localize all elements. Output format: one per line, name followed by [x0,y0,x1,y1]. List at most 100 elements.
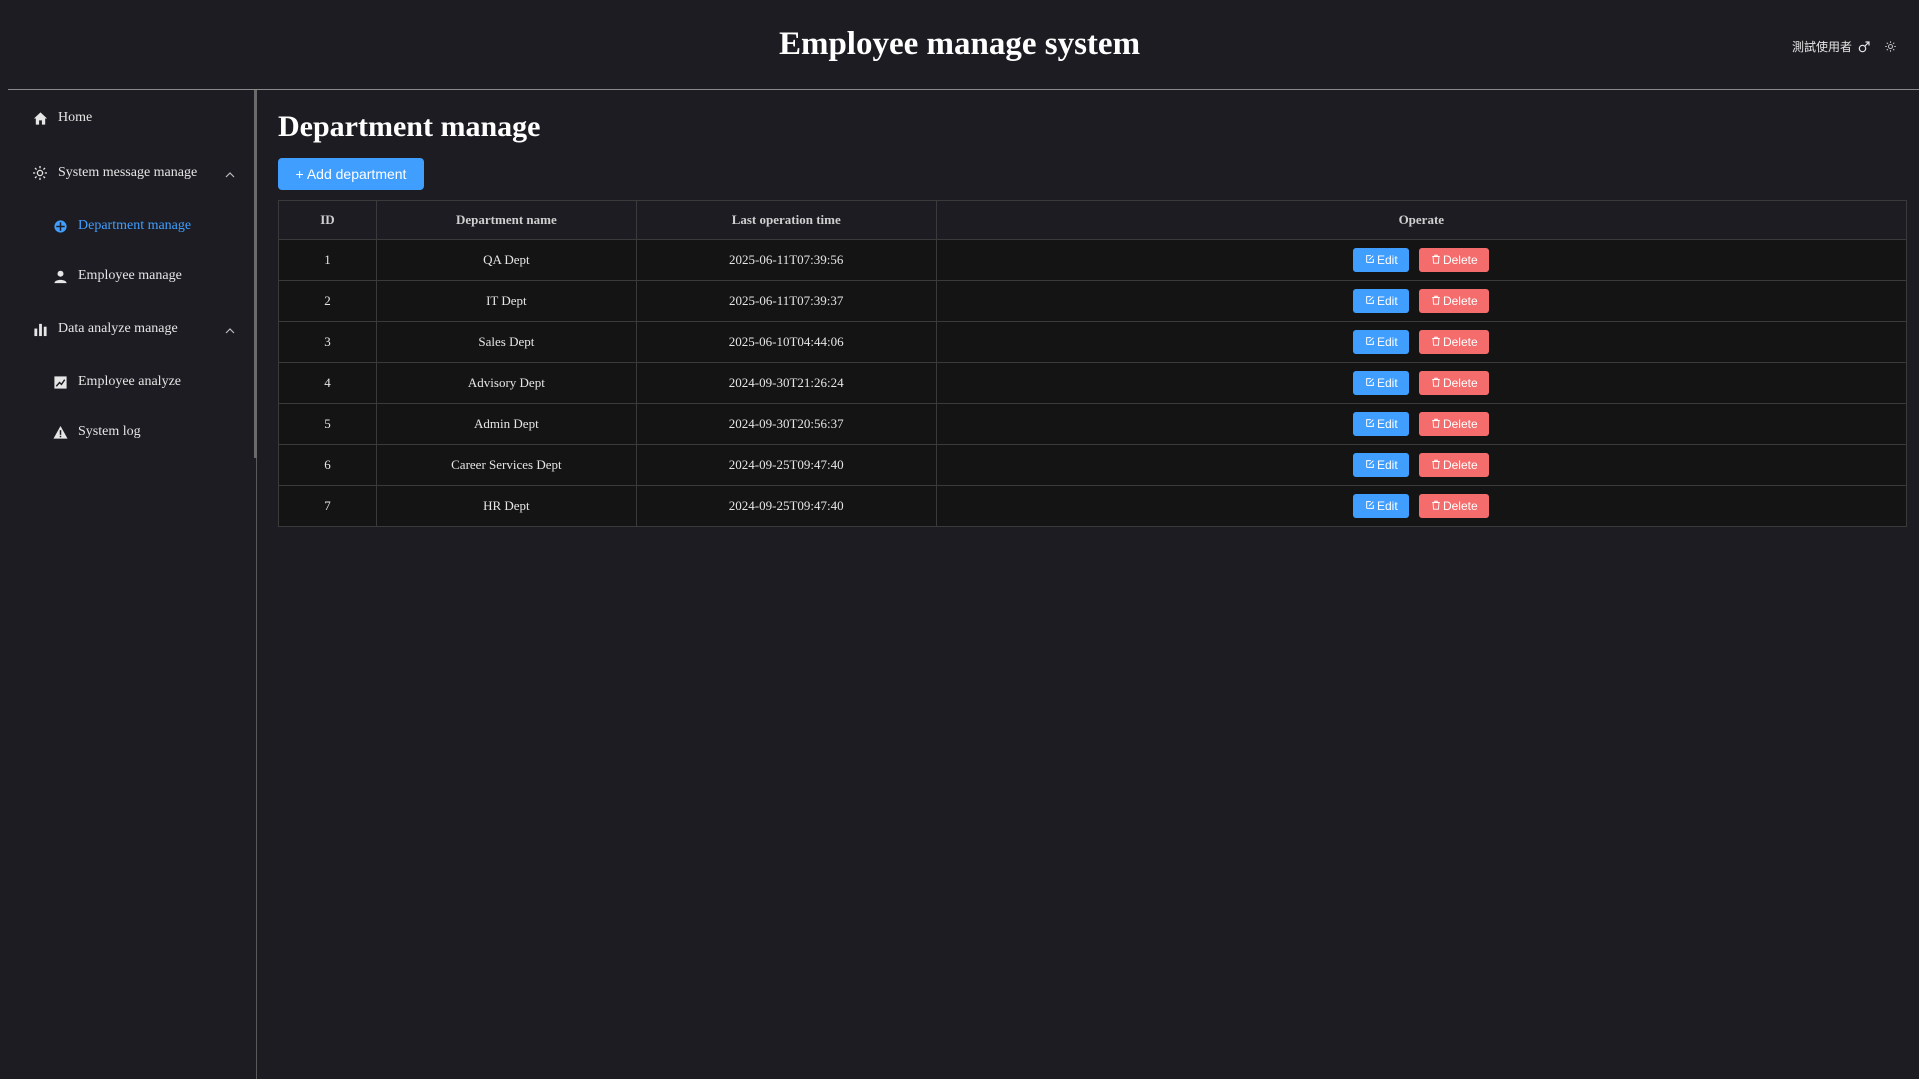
sidebar-scrollbar[interactable] [254,90,257,458]
sidebar-item-system-log[interactable]: System log [8,410,257,454]
cell-id: 3 [278,321,377,363]
sidebar-item-home[interactable]: Home [8,96,257,140]
table-header-row: ID Department name Last operation time O… [278,200,1908,240]
cell-operate: Edit Delete [935,444,1908,486]
cell-operate: Edit Delete [935,239,1908,281]
cell-id: 4 [278,362,377,404]
edit-button[interactable]: Edit [1353,289,1410,313]
column-header-department-name[interactable]: Department name [375,200,637,240]
column-header-last-operation-time[interactable]: Last operation time [635,200,937,240]
app-header: Employee manage system 測試使用者 [0,0,1919,90]
cell-id: 2 [278,280,377,322]
edit-button[interactable]: Edit [1353,248,1410,272]
edit-label: Edit [1376,335,1398,349]
table-row: 5 Admin Dept 2024-09-30T20:56:37 Edit Delete [278,403,1908,445]
trash-icon [1431,458,1441,472]
edit-label: Edit [1376,294,1398,308]
delete-button[interactable]: Delete [1419,371,1490,395]
delete-button[interactable]: Delete [1419,289,1490,313]
edit-label: Edit [1376,499,1398,513]
trash-icon [1431,294,1441,308]
app-title: Employee manage system [778,26,1141,62]
sidebar-item-label: Employee analyze [78,374,182,389]
edit-icon [1365,499,1375,513]
cell-id: 1 [278,239,377,281]
edit-icon [1365,458,1375,472]
edit-button[interactable]: Edit [1353,412,1410,436]
sidebar-item-employee-manage[interactable]: Employee manage [8,254,257,298]
edit-button[interactable]: Edit [1353,371,1410,395]
cell-department-name: Admin Dept [375,403,637,445]
delete-button[interactable]: Delete [1419,412,1490,436]
delete-label: Delete [1442,499,1478,513]
cell-department-name: QA Dept [375,239,637,281]
gear-icon [31,164,49,182]
edit-button[interactable]: Edit [1353,494,1410,518]
cell-operate: Edit Delete [935,321,1908,363]
edit-icon [1365,417,1375,431]
cell-last-operation-time: 2024-09-25T09:47:40 [635,485,937,527]
department-icon [51,217,69,235]
cell-department-name: Advisory Dept [375,362,637,404]
cell-department-name: IT Dept [375,280,637,322]
chevron-up-icon [225,323,235,339]
sidebar-item-label: System message manage [58,165,198,180]
user-area[interactable]: 測試使用者 [1792,38,1897,55]
edit-label: Edit [1376,458,1398,472]
edit-button[interactable]: Edit [1353,330,1410,354]
add-department-button[interactable]: + Add department [278,158,424,190]
cell-last-operation-time: 2024-09-25T09:47:40 [635,444,937,486]
cell-last-operation-time: 2025-06-10T04:44:06 [635,321,937,363]
sidebar-item-employee-analyze[interactable]: Employee analyze [8,360,257,404]
column-header-id[interactable]: ID [278,200,377,240]
table-row: 1 QA Dept 2025-06-11T07:39:56 Edit Delete [278,239,1908,281]
delete-label: Delete [1442,417,1478,431]
delete-label: Delete [1442,294,1478,308]
user-name[interactable]: 測試使用者 [1792,38,1852,55]
sidebar: Home System message manage Department ma… [8,90,257,1079]
cell-id: 6 [278,444,377,486]
sidebar-item-label: Home [58,110,93,125]
sidebar-item-label: Employee manage [78,268,182,283]
chevron-up-icon [225,167,235,183]
settings-gear-icon[interactable] [1884,40,1897,53]
delete-button[interactable]: Delete [1419,453,1490,477]
edit-label: Edit [1376,376,1398,390]
sidebar-item-label: Data analyze manage [58,321,178,336]
sidebar-item-label: Department manage [78,218,192,233]
cell-department-name: HR Dept [375,485,637,527]
edit-icon [1365,376,1375,390]
table-row: 2 IT Dept 2025-06-11T07:39:37 Edit Delete [278,280,1908,322]
table-row: 7 HR Dept 2024-09-25T09:47:40 Edit Delete [278,485,1908,527]
delete-label: Delete [1442,376,1478,390]
delete-button[interactable]: Delete [1419,494,1490,518]
cell-department-name: Sales Dept [375,321,637,363]
trash-icon [1431,335,1441,349]
cell-operate: Edit Delete [935,280,1908,322]
sidebar-item-system-message-manage[interactable]: System message manage [8,151,257,195]
sidebar-item-data-analyze-manage[interactable]: Data analyze manage [8,307,257,351]
page-title: Department manage [278,110,541,143]
sidebar-item-label: System log [78,424,141,439]
edit-label: Edit [1376,253,1398,267]
edit-icon [1365,335,1375,349]
cell-department-name: Career Services Dept [375,444,637,486]
column-header-operate[interactable]: Operate [935,200,1908,240]
edit-label: Edit [1376,417,1398,431]
cell-operate: Edit Delete [935,362,1908,404]
delete-label: Delete [1442,253,1478,267]
user-icon [51,267,69,285]
delete-label: Delete [1442,458,1478,472]
cell-last-operation-time: 2025-06-11T07:39:37 [635,280,937,322]
bar-chart-icon [31,320,49,338]
delete-label: Delete [1442,335,1478,349]
delete-button[interactable]: Delete [1419,248,1490,272]
edit-button[interactable]: Edit [1353,453,1410,477]
table-row: 6 Career Services Dept 2024-09-25T09:47:40… [278,444,1908,486]
trash-icon [1431,417,1441,431]
delete-button[interactable]: Delete [1419,330,1490,354]
sidebar-item-department-manage[interactable]: Department manage [8,204,257,248]
cell-id: 7 [278,485,377,527]
department-table: ID Department name Last operation time O… [278,200,1908,527]
edit-icon [1365,294,1375,308]
